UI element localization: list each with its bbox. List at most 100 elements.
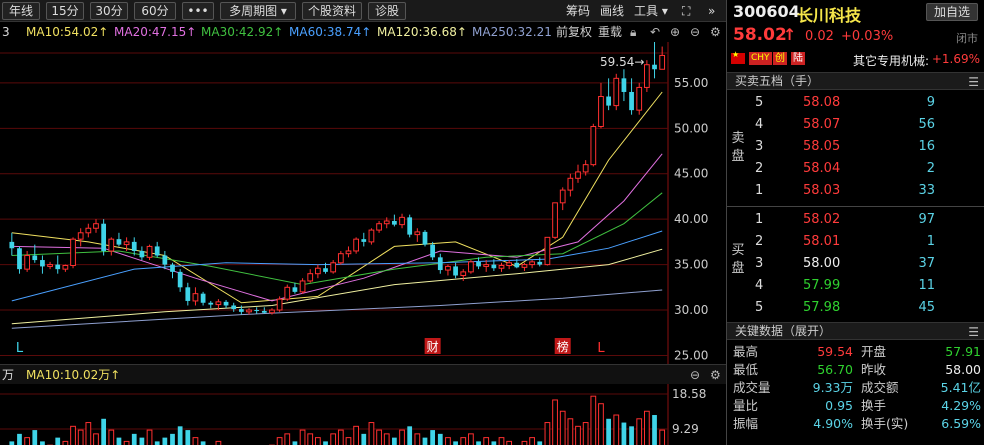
tag-chy[interactable]: CHY <box>749 52 772 65</box>
ask-row[interactable]: 1 58.03 33 <box>751 180 984 201</box>
candle-body <box>392 220 397 225</box>
candle-body <box>17 248 22 270</box>
key-data-label: 昨收 <box>861 362 887 377</box>
ask-price: 58.08 <box>803 95 841 110</box>
ask-level: 2 <box>755 161 764 176</box>
adjust-mode-button[interactable]: 前复权 <box>556 22 592 42</box>
bid-row[interactable]: 5 57.98 45 <box>751 297 984 318</box>
bid-row[interactable]: 2 58.01 1 <box>751 231 984 252</box>
volume-bar <box>116 437 122 445</box>
period-30min-button[interactable]: 30分 <box>90 2 128 20</box>
volume-bar <box>108 429 115 445</box>
y-tick-label: 30.00 <box>674 303 708 317</box>
volume-chart[interactable]: 18.58 9.29 <box>0 384 726 445</box>
candle-body <box>491 264 497 269</box>
candle-body <box>345 250 352 255</box>
volume-bars <box>9 395 666 445</box>
candle-body <box>208 302 214 305</box>
chips-button[interactable]: 筹码 <box>566 3 590 19</box>
ask-row[interactable]: 5 58.08 9 <box>751 92 984 113</box>
candle-body <box>498 265 505 269</box>
volume-settings-icon[interactable]: ⚙ <box>710 365 721 385</box>
volume-bar <box>453 441 458 445</box>
candle-body <box>192 293 199 302</box>
volume-bar <box>430 430 436 445</box>
key-data-header[interactable]: 关键数据（展开） ☰ <box>727 322 984 340</box>
candle-body <box>139 250 145 258</box>
volume-bar <box>123 440 130 445</box>
ma30-label: MA30:42.92↑ <box>201 25 284 39</box>
candle-body <box>307 273 314 282</box>
stock-code: 300604 <box>733 2 800 21</box>
volume-zoom-out-icon[interactable]: ⊖ <box>690 365 700 385</box>
candle-body <box>170 264 175 272</box>
key-data-label: 量比 <box>733 398 759 413</box>
candle-body <box>108 238 115 252</box>
candle-body <box>93 223 99 229</box>
key-data-row: 成交量 9.33万 成交额 5.41亿 <box>727 379 984 396</box>
bid-price: 58.02 <box>803 212 841 227</box>
fullscreen-icon[interactable]: ⛶ <box>682 3 690 19</box>
volume-bar <box>292 441 298 445</box>
candle-body <box>453 266 458 276</box>
candle-body <box>101 223 107 251</box>
lock-icon[interactable]: 🔒︎ <box>630 22 636 42</box>
undo-icon[interactable]: ↶ <box>650 22 660 42</box>
volume-bar <box>185 430 191 445</box>
tools-dropdown[interactable]: 工具 ▾ <box>634 3 668 19</box>
candle-body <box>437 257 443 271</box>
orderbook-header: 买卖五档（手） ☰ <box>727 72 984 90</box>
candle-body <box>269 309 275 314</box>
volume-bar <box>629 426 634 445</box>
volume-bar <box>70 425 76 445</box>
zoom-out-icon[interactable]: ⊖ <box>690 22 700 42</box>
candle-body <box>185 287 191 301</box>
volume-bar <box>330 433 337 445</box>
key-data-menu-icon[interactable]: ☰ <box>968 324 979 340</box>
orderbook-menu-icon[interactable]: ☰ <box>968 74 979 90</box>
orderbook-divider <box>727 206 984 207</box>
ask-level: 1 <box>755 183 764 198</box>
y-tick-label: 50.00 <box>674 121 708 135</box>
volume-bar <box>491 441 497 445</box>
candle-body <box>154 246 160 256</box>
candle-body <box>468 261 474 273</box>
diagnose-button[interactable]: 诊股 <box>368 2 406 20</box>
period-60min-button[interactable]: 60分 <box>134 2 176 20</box>
price-up-arrow-icon: ↑ <box>783 25 797 44</box>
overlay-button[interactable]: 重载 <box>598 22 622 42</box>
stock-info-button[interactable]: 个股资料 <box>302 2 362 20</box>
collapse-panel-icon[interactable]: » <box>708 3 715 19</box>
candle-body <box>231 305 237 310</box>
ma-line-ma250 <box>11 289 663 329</box>
candle-body <box>445 265 451 271</box>
period-year-button[interactable]: 年线 <box>2 2 40 20</box>
tag-chuang[interactable]: 创 <box>773 52 787 65</box>
add-watchlist-button[interactable]: 加自选 <box>926 3 978 21</box>
volume-bar <box>284 433 291 445</box>
key-data-value: 4.90% <box>813 416 853 431</box>
ask-row[interactable]: 2 58.04 2 <box>751 158 984 179</box>
candle-body <box>407 217 413 235</box>
draw-line-button[interactable]: 画线 <box>600 3 624 19</box>
bid-row[interactable]: 1 58.02 97 <box>751 209 984 230</box>
y-tick-label: 40.00 <box>674 212 708 226</box>
more-periods-button[interactable]: ••• <box>182 2 214 20</box>
candle-body <box>575 171 581 179</box>
candle-body <box>476 261 481 267</box>
settings-gear-icon[interactable]: ⚙ <box>710 22 721 42</box>
bid-row[interactable]: 4 57.99 11 <box>751 275 984 296</box>
ask-row[interactable]: 3 58.05 16 <box>751 136 984 157</box>
period-15min-button[interactable]: 15分 <box>46 2 84 20</box>
volume-bar <box>483 437 490 445</box>
y-tick-label: 35.00 <box>674 258 708 272</box>
sector-label[interactable]: 其它专用机械: <box>853 52 929 69</box>
key-data-title: 关键数据（展开） <box>735 324 832 338</box>
ask-row[interactable]: 4 58.07 56 <box>751 114 984 135</box>
volume-bar <box>85 422 92 445</box>
candlestick-chart[interactable]: 55.00 50.00 45.00 40.00 35.00 30.00 25.00 L 财 榜 L… <box>0 42 726 364</box>
multi-period-dropdown[interactable]: 多周期图 ▾ <box>220 2 296 20</box>
tag-lu[interactable]: 陆 <box>791 52 805 65</box>
zoom-in-icon[interactable]: ⊕ <box>670 22 680 42</box>
bid-row[interactable]: 3 58.00 37 <box>751 253 984 274</box>
